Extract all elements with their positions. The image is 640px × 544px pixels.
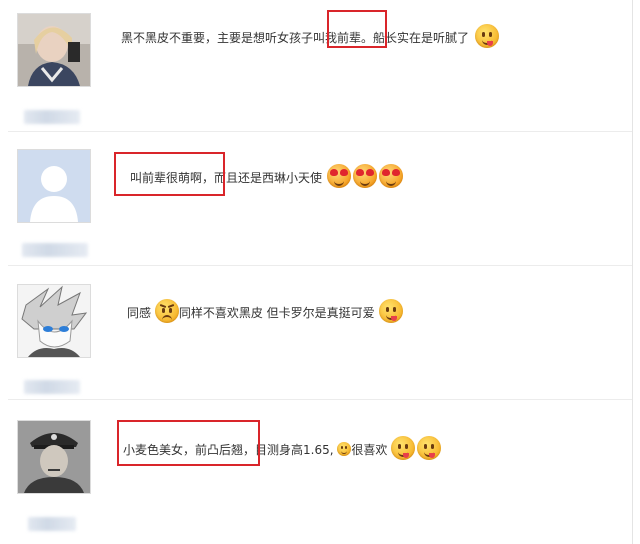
comment-text-segment: 黑不黑皮不重要，主要是想听女孩子叫 (121, 31, 326, 45)
default-avatar-icon (18, 150, 90, 222)
grin-tongue-icon (391, 436, 416, 460)
small-face-icon (337, 442, 352, 456)
angry-face-icon (154, 299, 179, 323)
comment-text-segment: 同感 (127, 306, 152, 320)
comment-text-segment: 而且还是西琳小天使 (214, 171, 323, 185)
highlight-box (117, 420, 260, 466)
username-redacted[interactable] (22, 243, 88, 257)
grin-tongue-icon (378, 299, 403, 323)
heart-eyes-icon (352, 164, 377, 188)
comment-item: 黑不黑皮不重要，主要是想听女孩子叫我前辈。船长实在是听腻了 (0, 0, 632, 132)
comment-item: 叫前辈很萌啊，而且还是西琳小天使 (0, 132, 632, 266)
comment-text-segment: 很喜欢 (351, 443, 388, 457)
avatar[interactable] (17, 149, 91, 223)
avatar-photo (18, 285, 90, 357)
comment-text-segment: 船长实在是听腻了 (373, 31, 470, 45)
username-redacted[interactable] (24, 110, 80, 124)
comment-text: 黑不黑皮不重要，主要是想听女孩子叫我前辈。船长实在是听腻了 (121, 24, 499, 48)
grin-tongue-icon (417, 436, 442, 460)
comment-text: 同感 同样不喜欢黑皮 但卡罗尔是真挺可爱 (127, 299, 403, 323)
username-redacted[interactable] (24, 380, 80, 394)
page-right-border (632, 0, 633, 544)
avatar-photo (18, 14, 90, 86)
comment-text-segment: 目测身高1.65, (255, 443, 334, 457)
highlight-box (114, 152, 225, 196)
avatar[interactable] (17, 13, 91, 87)
grin-tongue-icon (474, 24, 499, 48)
comment-item: 小麦色美女，前凸后翘，目测身高1.65, 很喜欢 (0, 400, 632, 544)
comment-item: 同感 同样不喜欢黑皮 但卡罗尔是真挺可爱 (0, 266, 632, 400)
avatar[interactable] (17, 284, 91, 358)
username-redacted[interactable] (28, 517, 76, 531)
heart-eyes-icon (378, 164, 403, 188)
highlight-box (327, 10, 387, 48)
comment-text-segment: 同样不喜欢黑皮 但卡罗尔是真挺可爱 (178, 306, 375, 320)
heart-eyes-icon (326, 164, 351, 188)
avatar-photo (18, 421, 90, 493)
avatar[interactable] (17, 420, 91, 494)
